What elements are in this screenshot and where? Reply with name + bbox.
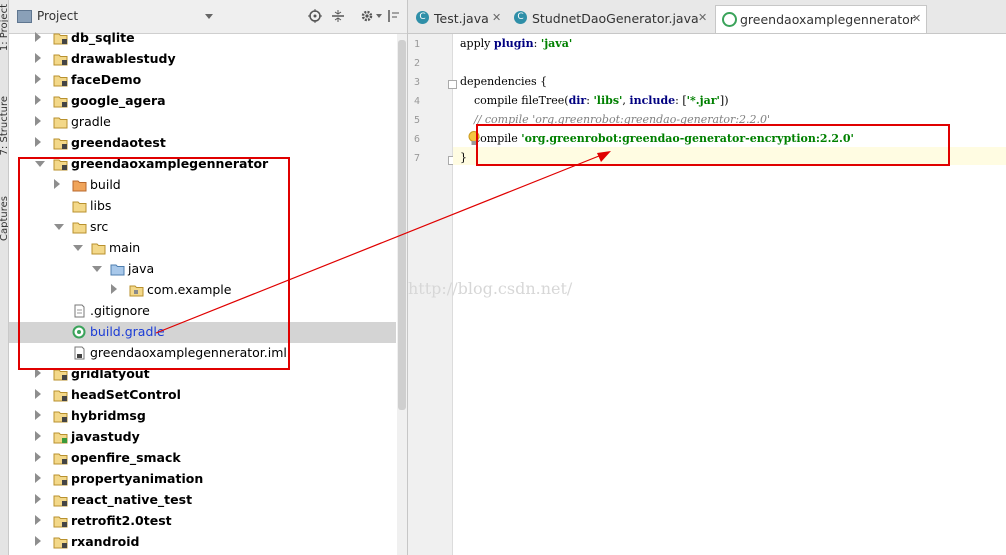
- annotation-arrow: [155, 151, 611, 334]
